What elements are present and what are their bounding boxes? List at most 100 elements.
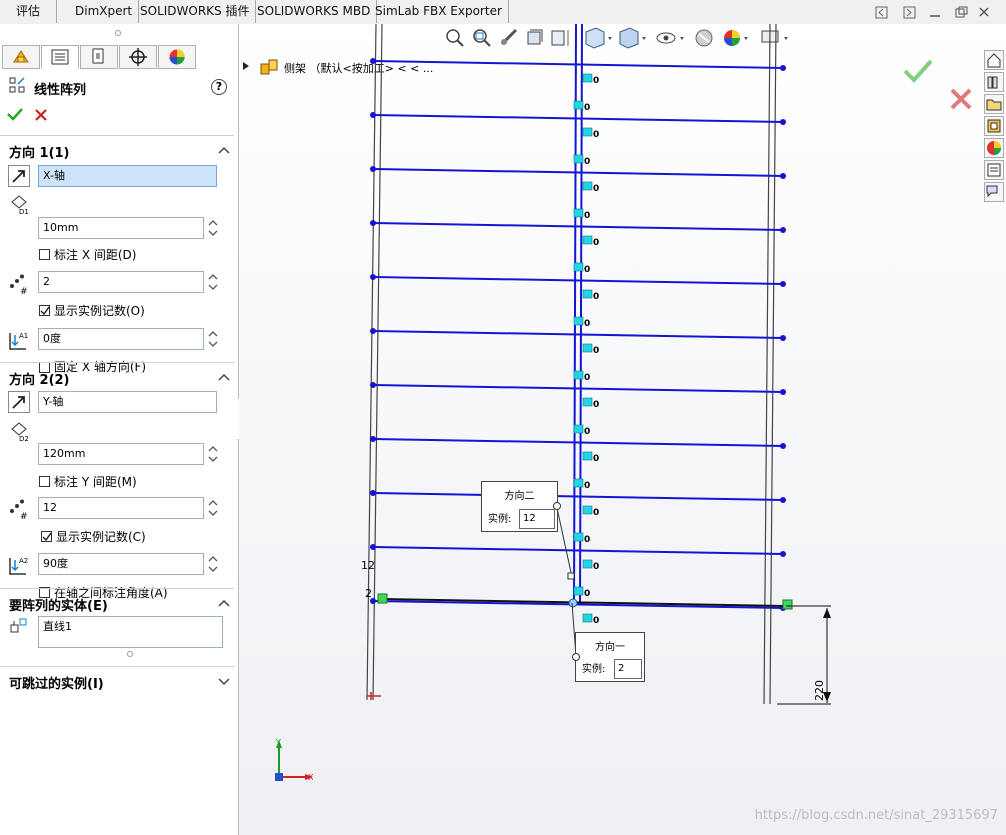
direction-2-instance-field[interactable]: 12	[519, 509, 555, 529]
reverse-direction-icon[interactable]	[8, 165, 30, 187]
callout-anchor[interactable]	[572, 653, 580, 661]
property-list-icon	[51, 49, 69, 65]
pattern-instance-line[interactable]	[372, 546, 784, 555]
pattern-instance-line[interactable]	[372, 330, 784, 339]
line-endpoint[interactable]	[780, 65, 786, 71]
direction-1-callout[interactable]: 方向一 实例: 2	[572, 632, 645, 682]
dimension-y-spacing-checkbox[interactable]	[39, 476, 50, 487]
tab-simlab-fbx-exporter[interactable]: SimLab FBX Exporter	[369, 0, 509, 23]
direction-1-spacing-field[interactable]: 10mm	[38, 217, 204, 239]
relation-marker	[573, 100, 584, 110]
spinner-icon[interactable]	[207, 443, 219, 465]
display-manager-tab[interactable]	[158, 45, 196, 69]
callout-anchor[interactable]	[553, 502, 561, 510]
chevron-up-icon[interactable]	[218, 145, 230, 155]
pattern-instance-line[interactable]	[372, 492, 784, 501]
relation-marker-label: 0	[584, 535, 590, 545]
list-resize-grip[interactable]	[127, 651, 133, 657]
line-endpoint[interactable]	[780, 551, 786, 557]
direction-1-angle-field[interactable]: 0度	[38, 328, 204, 350]
help-icon[interactable]: ?	[211, 79, 227, 95]
spinner-icon[interactable]	[207, 217, 219, 239]
instance-count-icon: #	[10, 274, 28, 296]
tab-solidworks-addins[interactable]: SOLIDWORKS 插件	[134, 0, 257, 23]
ok-check-icon[interactable]	[7, 107, 23, 121]
chevron-down-icon[interactable]	[218, 676, 230, 686]
direction-2-spacing-field[interactable]: 120mm	[38, 443, 204, 465]
entities-title[interactable]: 要阵列的实体(E)	[9, 595, 108, 614]
line-endpoint[interactable]	[780, 119, 786, 125]
show-count-1-checkbox[interactable]	[39, 305, 50, 316]
line-endpoint[interactable]	[370, 58, 376, 64]
dimension-220-label[interactable]: 220	[813, 680, 826, 701]
spinner-icon[interactable]	[207, 553, 219, 575]
line-endpoint[interactable]	[370, 382, 376, 388]
direction-1-title[interactable]: 方向 1(1)	[9, 142, 70, 161]
line-endpoint[interactable]	[370, 274, 376, 280]
line-endpoint[interactable]	[370, 328, 376, 334]
chevron-up-icon[interactable]	[218, 598, 230, 608]
skip-instances-title[interactable]: 可跳过的实例(I)	[9, 673, 104, 692]
direction-2-count-field[interactable]: 12	[38, 497, 204, 519]
tab-solidworks-mbd[interactable]: SOLIDWORKS MBD	[251, 0, 378, 23]
dimension-x-spacing-checkbox[interactable]	[39, 249, 50, 260]
relation-marker	[582, 289, 593, 299]
dir2-handle[interactable]	[567, 572, 575, 580]
direction-2-callout[interactable]: 方向二 实例: 12	[481, 481, 561, 532]
direction-2-axis-field[interactable]: Y-轴	[38, 391, 217, 413]
reverse-direction-icon[interactable]	[8, 391, 30, 413]
entities-list[interactable]: 直线1	[38, 616, 223, 648]
property-manager-panel: 线性阵列 ? 方向 1(1) X-轴 D1 10mm 标注 X 间距(D) # …	[0, 24, 239, 835]
pattern-instance-line[interactable]	[372, 384, 784, 393]
dimension-2-label: 2	[365, 587, 372, 600]
pattern-instance-line[interactable]	[372, 438, 784, 447]
pattern-instance-line[interactable]	[372, 168, 784, 177]
pattern-instance-column[interactable]	[573, 24, 583, 605]
line-endpoint[interactable]	[780, 443, 786, 449]
panel-resize-grip[interactable]	[115, 30, 121, 36]
sketch-geometry[interactable]: 220 12 2 Y X 0 0 0 0 0 0 0 0 0 0 0 0 0 0 0 0 0 0 0 0 0	[239, 24, 1006, 835]
line-endpoint[interactable]	[370, 436, 376, 442]
line-endpoint[interactable]	[780, 497, 786, 503]
relation-marker	[582, 73, 593, 83]
direction-1-count-field[interactable]: 2	[38, 271, 204, 293]
pattern-instance-line[interactable]	[372, 276, 784, 285]
relation-marker-label: 0	[584, 265, 590, 275]
line-endpoint[interactable]	[370, 112, 376, 118]
spinner-icon[interactable]	[207, 328, 219, 350]
line-endpoint[interactable]	[370, 220, 376, 226]
direction-1-callout-label: 实例:	[582, 664, 606, 675]
tab-dimxpert[interactable]: DimXpert	[69, 0, 140, 23]
line-endpoint[interactable]	[780, 389, 786, 395]
cancel-x-icon[interactable]	[34, 108, 48, 122]
panel-tabs	[2, 45, 200, 69]
direction-1-axis-field[interactable]: X-轴	[38, 165, 217, 187]
line-endpoint[interactable]	[370, 544, 376, 550]
spinner-icon[interactable]	[207, 497, 219, 519]
show-count-2-checkbox[interactable]	[41, 531, 52, 542]
tab-evaluate[interactable]: 评估	[0, 0, 57, 23]
pattern-instance-line[interactable]	[372, 60, 784, 69]
configuration-manager-tab[interactable]	[80, 45, 118, 69]
relation-marker-label: 0	[593, 562, 599, 572]
relation-marker-label: 0	[593, 616, 599, 626]
line-endpoint[interactable]	[780, 227, 786, 233]
direction-2-title[interactable]: 方向 2(2)	[9, 369, 70, 388]
direction-1-instance-field[interactable]: 2	[614, 659, 642, 679]
relation-marker-label: 0	[584, 373, 590, 383]
dimxpert-manager-tab[interactable]	[119, 45, 157, 69]
line-endpoint[interactable]	[370, 490, 376, 496]
feature-manager-tab[interactable]	[2, 45, 40, 69]
line-endpoint[interactable]	[568, 598, 578, 608]
pattern-instance-line[interactable]	[372, 222, 784, 231]
line-endpoint[interactable]	[780, 335, 786, 341]
line-endpoint[interactable]	[370, 166, 376, 172]
direction-2-angle-field[interactable]: 90度	[38, 553, 204, 575]
chevron-up-icon[interactable]	[218, 372, 230, 382]
pattern-instance-line[interactable]	[372, 114, 784, 123]
spinner-icon[interactable]	[207, 271, 219, 293]
line-endpoint[interactable]	[780, 173, 786, 179]
property-manager-tab[interactable]	[41, 45, 79, 69]
relation-marker	[377, 593, 388, 604]
line-endpoint[interactable]	[780, 281, 786, 287]
